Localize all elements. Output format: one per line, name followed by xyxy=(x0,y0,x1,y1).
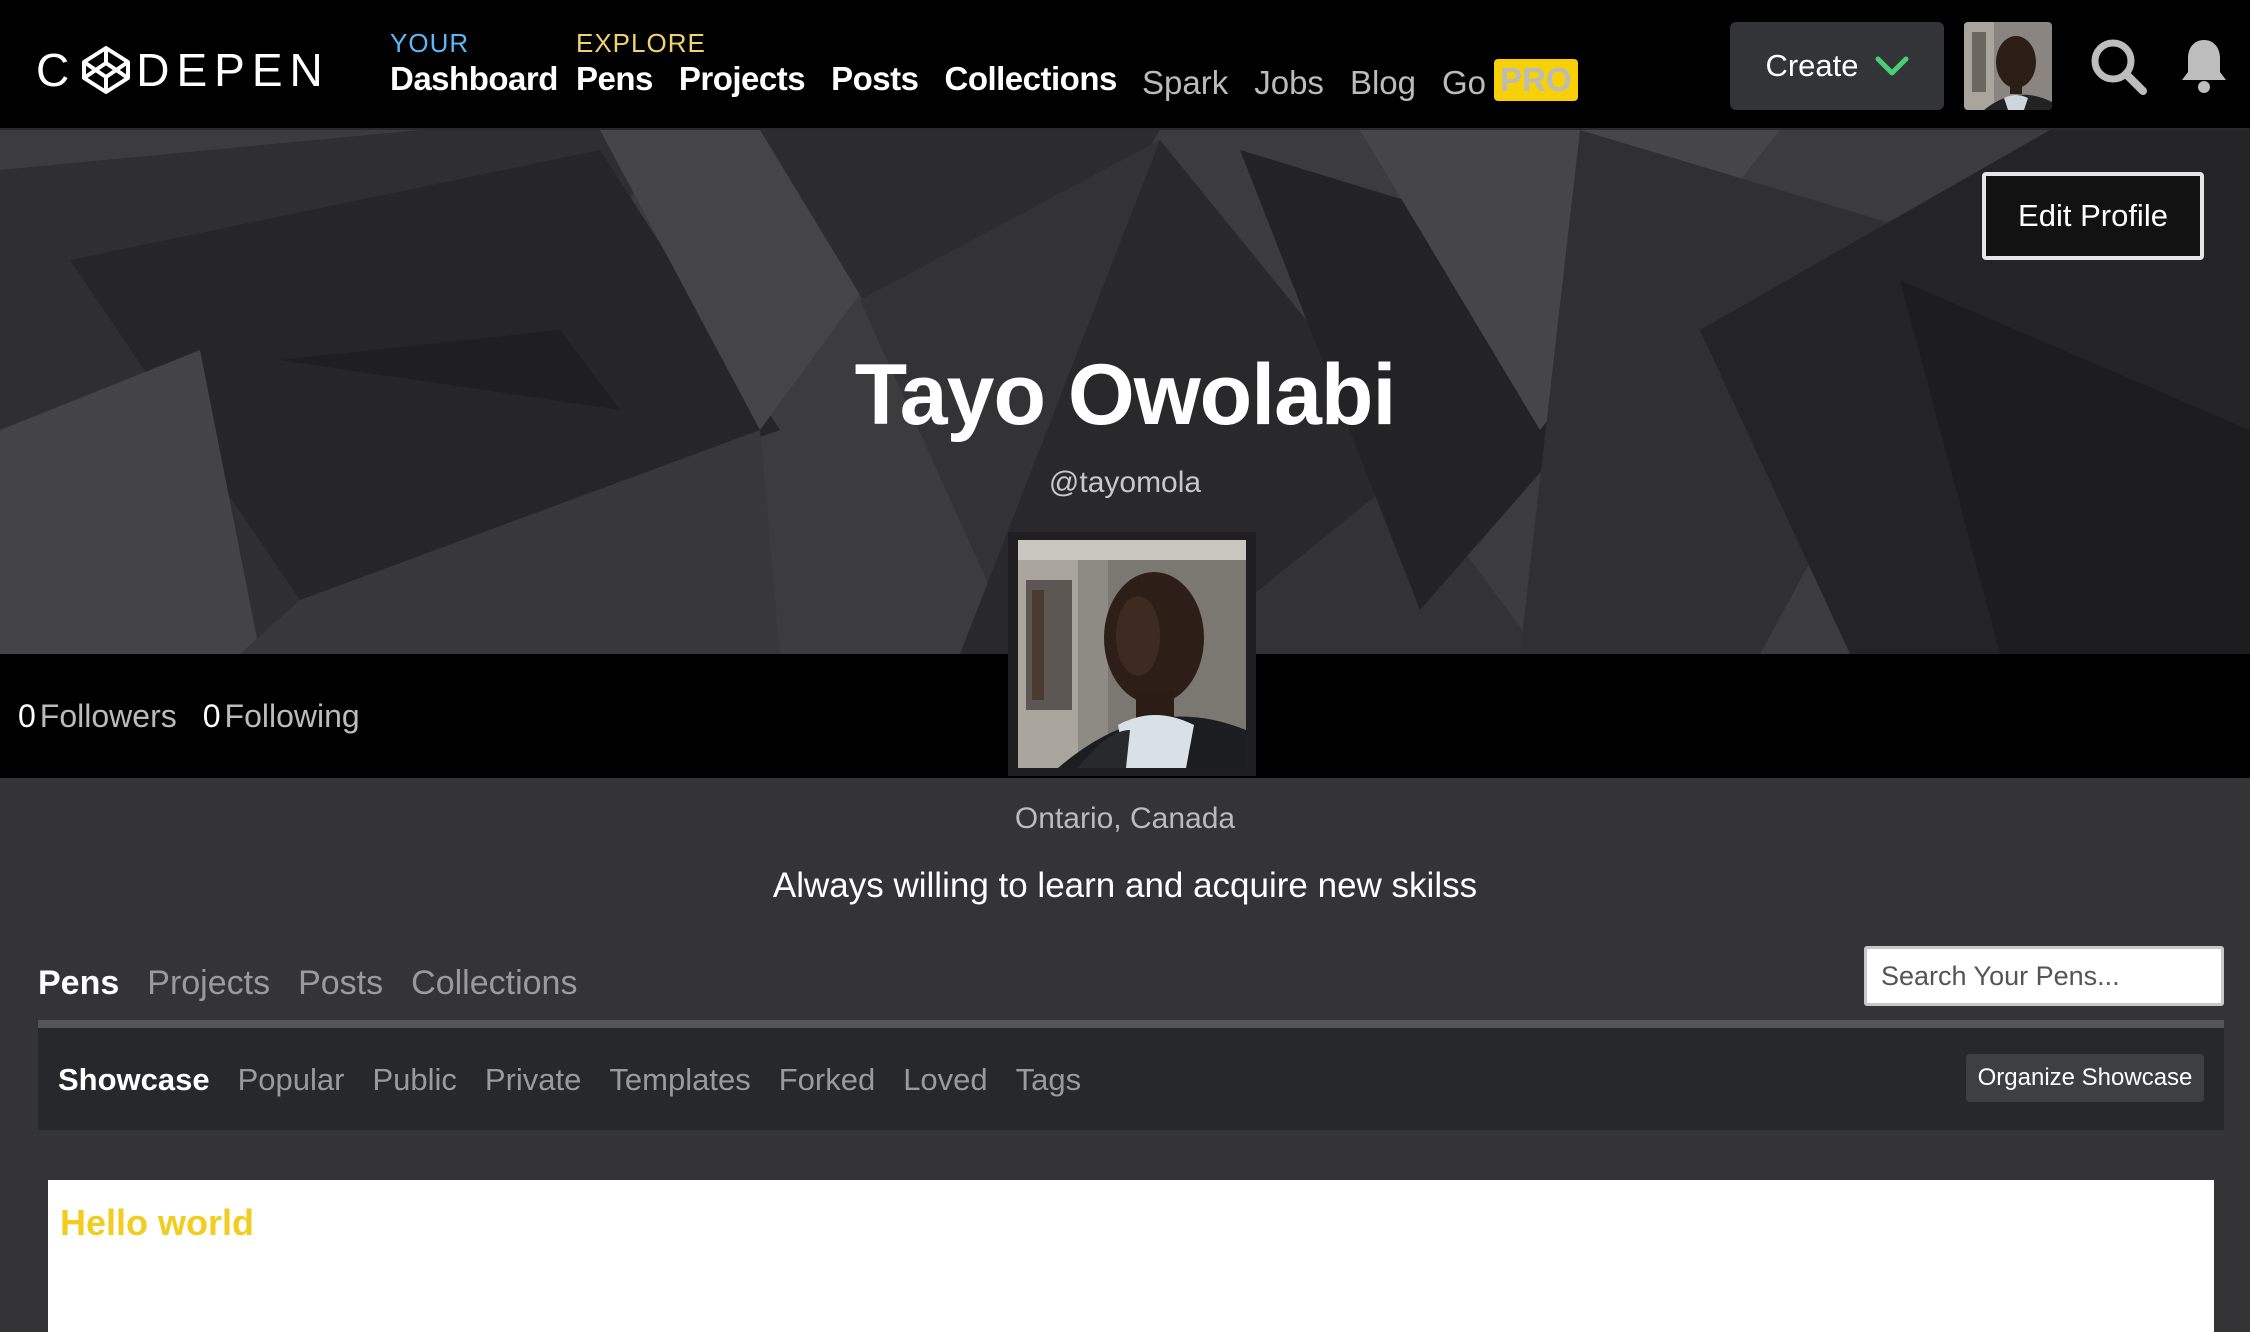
nav-pens-link[interactable]: Pens xyxy=(576,60,653,98)
nav-projects-link[interactable]: Projects xyxy=(679,60,806,98)
bell-icon[interactable] xyxy=(2178,36,2230,96)
nav-dashboard-link[interactable]: Dashboard xyxy=(390,60,558,98)
nav-go-label: Go xyxy=(1442,64,1487,101)
tab-collections[interactable]: Collections xyxy=(411,964,577,1003)
logo-wordmark: DEPEN xyxy=(136,44,330,96)
tab-pens[interactable]: Pens xyxy=(38,964,119,1003)
avatar-image xyxy=(1964,22,2052,110)
following-label: Following xyxy=(224,698,360,734)
followers-link[interactable]: 0 Followers xyxy=(18,698,177,735)
codepen-logo[interactable]: C DEPEN xyxy=(36,44,330,96)
logo-letter-c: C xyxy=(36,44,77,96)
user-avatar-menu[interactable] xyxy=(1964,22,2052,110)
subtab-loved[interactable]: Loved xyxy=(903,1062,987,1098)
nav-your-label: YOUR xyxy=(390,28,470,58)
nav-blog-link[interactable]: Blog xyxy=(1350,64,1416,102)
pen-preview-text: Hello world xyxy=(60,1202,255,1243)
create-button-label: Create xyxy=(1765,48,1859,83)
chevron-down-icon xyxy=(1875,56,1909,76)
organize-showcase-button[interactable]: Organize Showcase xyxy=(1966,1054,2204,1102)
tab-posts[interactable]: Posts xyxy=(298,964,383,1003)
profile-avatar xyxy=(1008,532,1256,776)
profile-bio: Always willing to learn and acquire new … xyxy=(772,866,1478,905)
subtab-public[interactable]: Public xyxy=(372,1062,456,1098)
nav-posts-link[interactable]: Posts xyxy=(831,60,919,98)
pens-subfilter-bar: Showcase Popular Public Private Template… xyxy=(38,1028,2224,1130)
subtab-showcase[interactable]: Showcase xyxy=(58,1062,210,1098)
subtab-popular[interactable]: Popular xyxy=(238,1062,345,1098)
followers-label: Followers xyxy=(39,698,177,734)
codepen-cube-icon xyxy=(82,46,131,94)
search-pens-input[interactable] xyxy=(1864,946,2224,1006)
top-navigation: C DEPEN YOUR Dashboard EXPLORE Pens Proj… xyxy=(0,0,2250,130)
nav-go-pro-link[interactable]: Go PRO xyxy=(1442,59,1578,104)
nav-collections-link[interactable]: Collections xyxy=(944,60,1117,98)
profile-handle: @tayomola xyxy=(1048,466,1202,499)
create-button[interactable]: Create xyxy=(1730,22,1944,110)
nav-secondary-links: Spark Jobs Blog Go PRO xyxy=(1142,59,1578,104)
nav-spark-link[interactable]: Spark xyxy=(1142,64,1228,102)
pro-badge: PRO xyxy=(1494,59,1578,101)
subtab-private[interactable]: Private xyxy=(485,1062,581,1098)
following-count: 0 xyxy=(202,698,221,734)
profile-avatar-image xyxy=(1018,540,1246,768)
profile-main-tabs: Pens Projects Posts Collections xyxy=(38,964,577,1003)
nav-your-group: YOUR Dashboard xyxy=(390,28,558,98)
tab-projects[interactable]: Projects xyxy=(147,964,270,1003)
nav-jobs-link[interactable]: Jobs xyxy=(1254,64,1324,102)
subtab-tags[interactable]: Tags xyxy=(1016,1062,1081,1098)
following-link[interactable]: 0 Following xyxy=(203,698,360,735)
tabs-divider xyxy=(38,1020,2224,1028)
showcase-pen-preview[interactable]: Hello world xyxy=(48,1180,2214,1332)
nav-explore-label: EXPLORE xyxy=(576,28,706,58)
edit-profile-button[interactable]: Edit Profile xyxy=(1982,172,2204,260)
profile-location: Ontario, Canada xyxy=(1014,802,1236,835)
subtab-forked[interactable]: Forked xyxy=(779,1062,875,1098)
search-icon[interactable] xyxy=(2088,36,2148,96)
profile-name: Tayo Owolabi xyxy=(854,347,1397,443)
nav-explore-group: EXPLORE Pens Projects Posts Collections xyxy=(576,28,1117,98)
subtab-templates[interactable]: Templates xyxy=(609,1062,750,1098)
followers-count: 0 xyxy=(18,698,36,734)
